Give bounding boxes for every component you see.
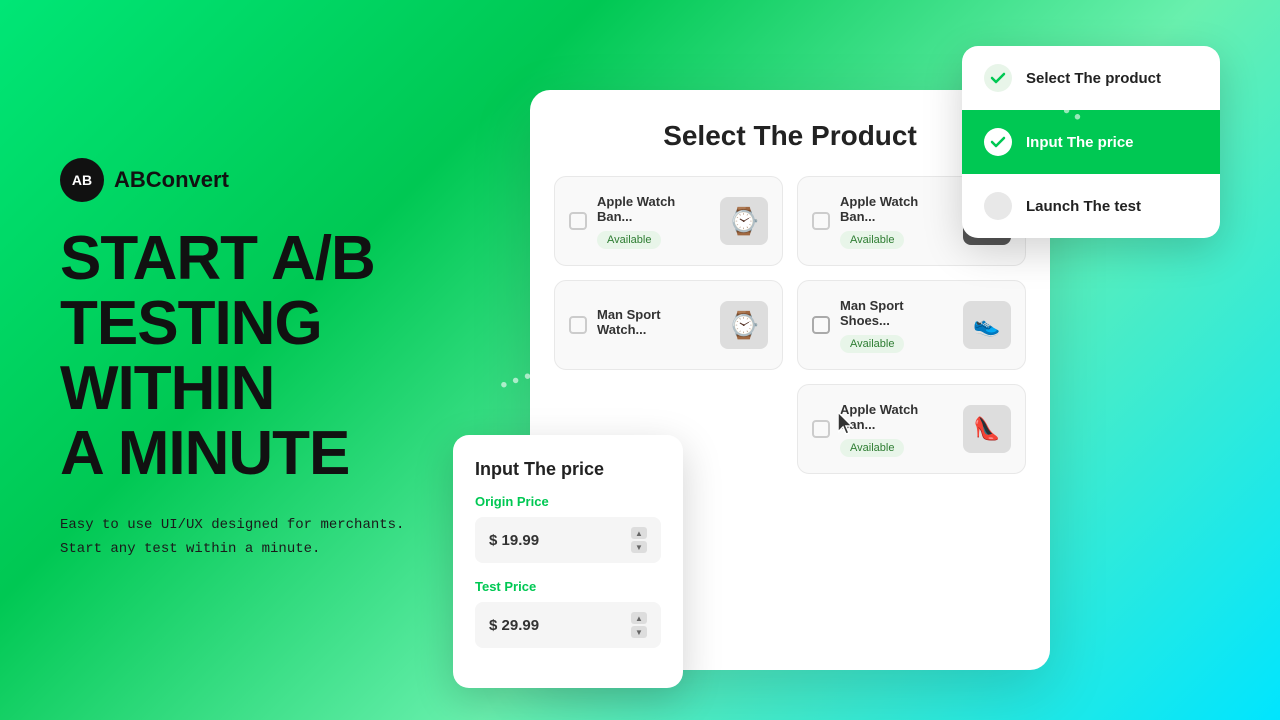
product-info: Apple WatchBan... Available bbox=[597, 194, 710, 249]
product-name: Man SportWatch... bbox=[597, 307, 710, 337]
steps-panel: Select The product Input The price Launc… bbox=[962, 46, 1220, 238]
logo-icon: AB bbox=[60, 158, 104, 202]
product-item[interactable]: Apple WatchBan... Available ⌚ bbox=[554, 176, 783, 266]
origin-price-input[interactable]: $ 19.99 ▲ ▼ bbox=[475, 517, 661, 563]
product-name: Apple WatchBan... bbox=[597, 194, 710, 224]
product-info: Apple WatchBan... Available bbox=[840, 402, 953, 457]
product-image: ⌚ bbox=[720, 197, 768, 245]
product-item[interactable]: Man SportWatch... ⌚ bbox=[554, 280, 783, 370]
product-image: 👟 bbox=[963, 301, 1011, 349]
card-title: Select The Product bbox=[554, 120, 1026, 152]
product-image: ⌚ bbox=[720, 301, 768, 349]
product-item[interactable]: Apple WatchBan... Available 👠 bbox=[797, 384, 1026, 474]
product-image: 👠 bbox=[963, 405, 1011, 453]
product-checkbox[interactable] bbox=[812, 212, 830, 230]
product-grid: Apple WatchBan... Available ⌚ Apple Watc… bbox=[554, 176, 1026, 474]
product-info: Apple WatchBan... Available bbox=[840, 194, 953, 249]
step-label: Input The price bbox=[1026, 134, 1134, 151]
stepper-up[interactable]: ▲ bbox=[631, 527, 647, 539]
step-label: Select The product bbox=[1026, 70, 1161, 87]
stepper-down[interactable]: ▼ bbox=[631, 626, 647, 638]
stepper-down[interactable]: ▼ bbox=[631, 541, 647, 553]
product-item[interactable]: Man SportShoes... Available 👟 bbox=[797, 280, 1026, 370]
available-badge: Available bbox=[840, 439, 904, 457]
test-price-label: Test Price bbox=[475, 579, 661, 594]
product-checkbox[interactable] bbox=[569, 316, 587, 334]
step-label: Launch The test bbox=[1026, 198, 1141, 215]
available-badge: Available bbox=[840, 231, 904, 249]
test-price-value: $ 29.99 bbox=[489, 617, 539, 634]
product-name: Man SportShoes... bbox=[840, 298, 953, 328]
logo: AB ABConvert bbox=[60, 158, 440, 202]
origin-price-value: $ 19.99 bbox=[489, 532, 539, 549]
origin-price-stepper[interactable]: ▲ ▼ bbox=[631, 527, 647, 553]
hero-title: START A/BTESTINGWITHINA MINUTE bbox=[60, 226, 440, 486]
step-launch-test[interactable]: Launch The test bbox=[962, 174, 1220, 238]
product-name: Apple WatchBan... bbox=[840, 402, 953, 432]
test-price-stepper[interactable]: ▲ ▼ bbox=[631, 612, 647, 638]
product-name: Apple WatchBan... bbox=[840, 194, 953, 224]
available-badge: Available bbox=[840, 335, 904, 353]
available-badge: Available bbox=[597, 231, 661, 249]
step-inactive-icon bbox=[984, 192, 1012, 220]
test-price-input[interactable]: $ 29.99 ▲ ▼ bbox=[475, 602, 661, 648]
step-input-price[interactable]: Input The price bbox=[962, 110, 1220, 174]
price-card-title: Input The price bbox=[475, 459, 661, 480]
product-checkbox[interactable] bbox=[812, 420, 830, 438]
left-panel: AB ABConvert START A/BTESTINGWITHINA MIN… bbox=[60, 158, 440, 562]
step-select-product[interactable]: Select The product bbox=[962, 46, 1220, 110]
step-active-icon bbox=[984, 128, 1012, 156]
product-checkbox[interactable] bbox=[569, 212, 587, 230]
logo-name: ABConvert bbox=[114, 167, 229, 193]
origin-price-label: Origin Price bbox=[475, 494, 661, 509]
price-input-card: Input The price Origin Price $ 19.99 ▲ ▼… bbox=[453, 435, 683, 688]
product-checkbox[interactable] bbox=[812, 316, 830, 334]
product-info: Man SportShoes... Available bbox=[840, 298, 953, 353]
product-info: Man SportWatch... bbox=[597, 307, 710, 343]
hero-subtitle: Easy to use UI/UX designed for merchants… bbox=[60, 514, 440, 562]
step-done-icon bbox=[984, 64, 1012, 92]
stepper-up[interactable]: ▲ bbox=[631, 612, 647, 624]
